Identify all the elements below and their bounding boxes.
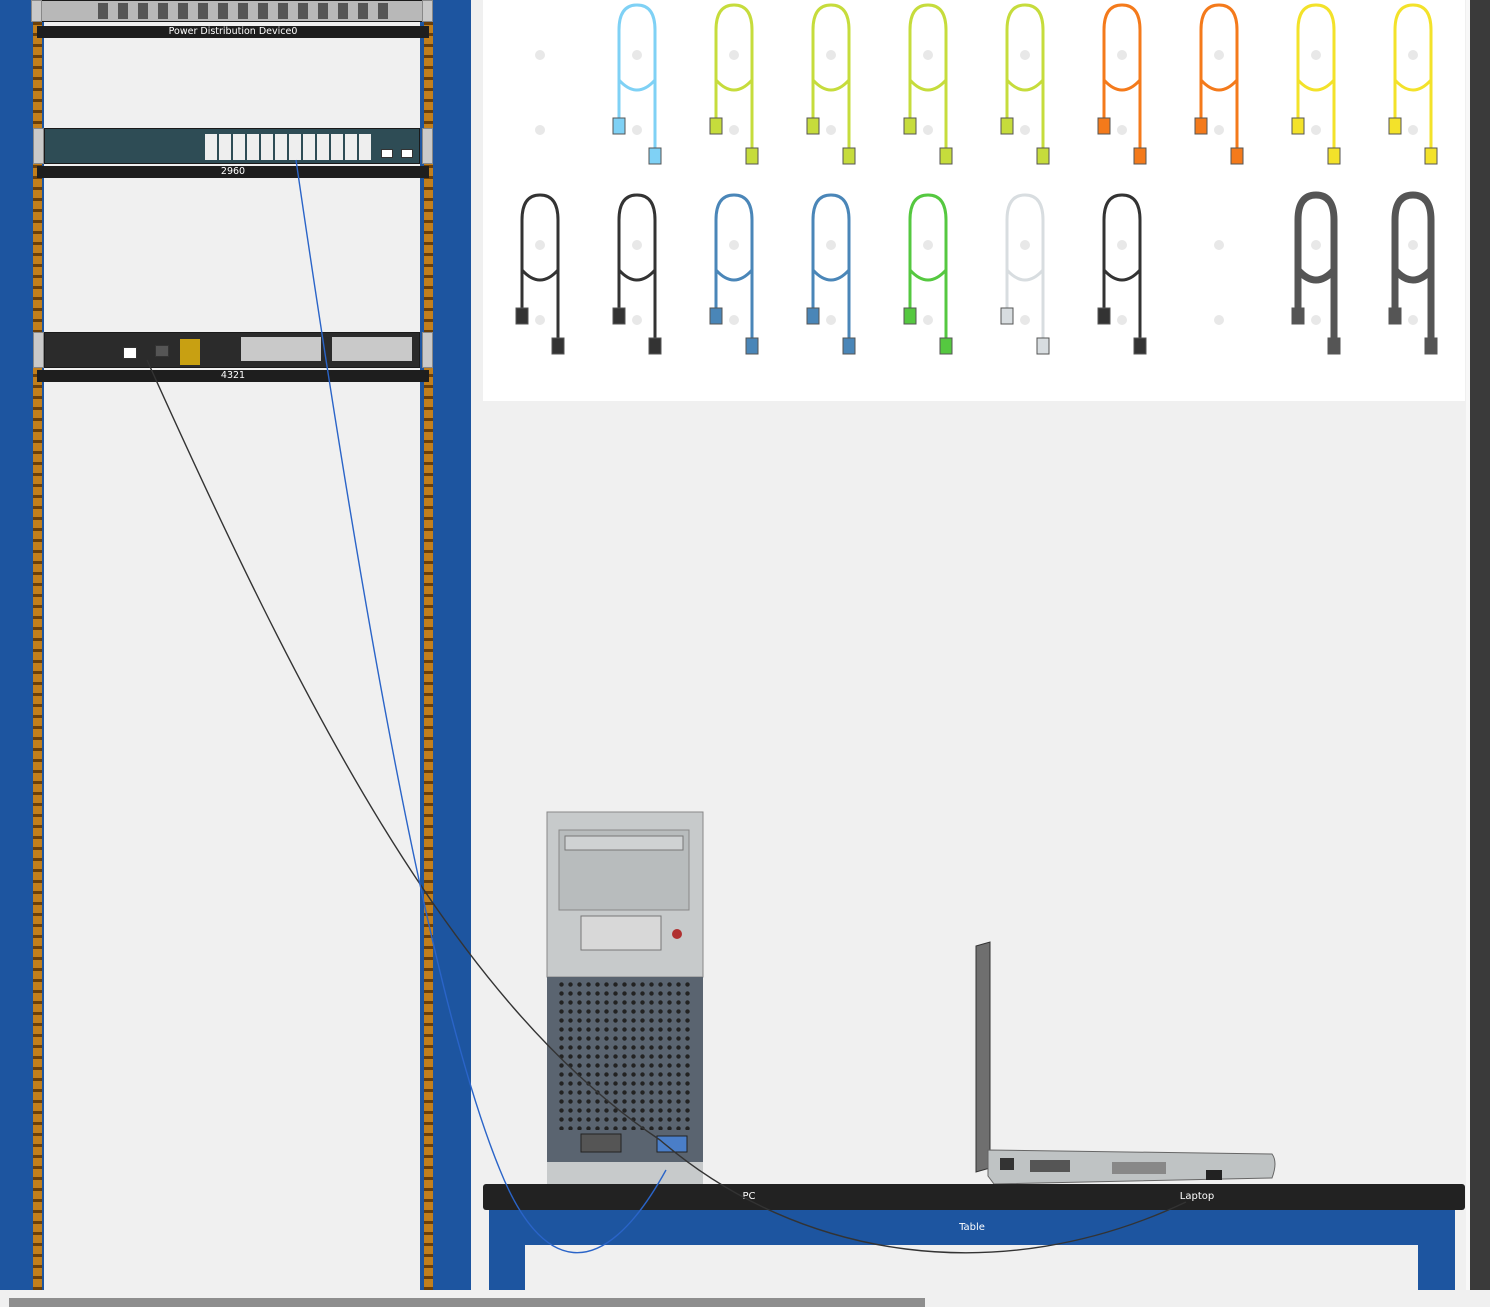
console-cable-link[interactable]: [146, 359, 1187, 1254]
cable-connections: [146, 159, 1187, 1254]
scrollbar-thumb[interactable]: [9, 1298, 925, 1307]
ethernet-cable-link[interactable]: [295, 159, 667, 1254]
